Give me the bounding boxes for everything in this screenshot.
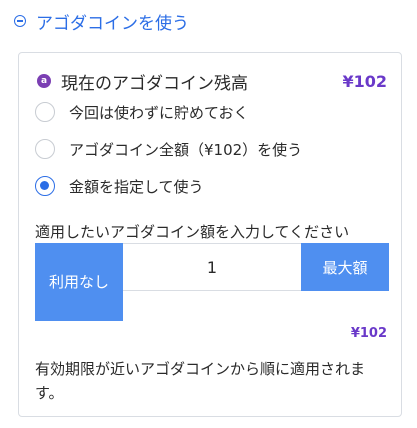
amount-hint: 適用したいアゴダコイン額を入力してください <box>35 223 350 241</box>
no-use-label: 利用なし <box>49 273 110 291</box>
option-specify-amount[interactable]: 金額を指定して使う <box>35 172 204 200</box>
radio-specify-amount[interactable] <box>35 176 55 196</box>
option-label: 今回は使わずに貯めておく <box>69 103 249 122</box>
amount-row: 利用なし 1 最大額 <box>35 243 389 321</box>
balance-value: ¥102 <box>342 71 387 91</box>
section-header[interactable]: アゴダコインを使う <box>14 6 189 36</box>
option-label: アゴダコイン全額（¥102）を使う <box>69 140 303 159</box>
radio-save-coins[interactable] <box>35 102 55 122</box>
balance-row: a 現在のアゴダコイン残高 ¥102 <box>37 67 387 95</box>
radio-use-all[interactable] <box>35 139 55 159</box>
option-use-all[interactable]: アゴダコイン全額（¥102）を使う <box>35 135 302 163</box>
expiry-note: 有効期限が近いアゴダコインから順に適用されます。 <box>35 360 366 402</box>
amount-input[interactable]: 1 <box>123 243 301 291</box>
option-label: 金額を指定して使う <box>69 177 204 196</box>
agoda-coin-icon: a <box>37 74 51 88</box>
option-save-coins[interactable]: 今回は使わずに貯めておく <box>35 98 249 126</box>
coin-card: a 現在のアゴダコイン残高 ¥102 今回は使わずに貯めておく アゴダコイン全額… <box>18 52 402 417</box>
section-title: アゴダコインを使う <box>36 13 189 34</box>
collapse-icon[interactable] <box>14 15 26 27</box>
applied-amount: ¥102 <box>350 326 387 341</box>
max-amount-button[interactable]: 最大額 <box>301 243 389 291</box>
no-use-button[interactable]: 利用なし <box>35 243 123 321</box>
balance-label: 現在のアゴダコイン残高 <box>61 73 248 94</box>
